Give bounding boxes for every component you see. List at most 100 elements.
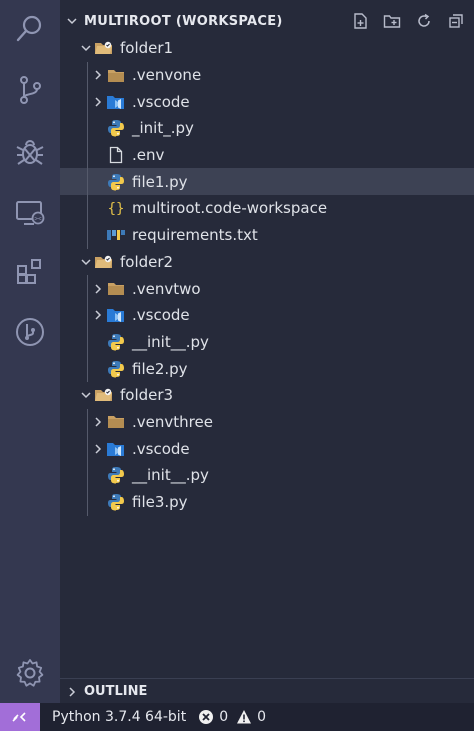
requirements-file-icon <box>106 226 126 244</box>
tree-item-label: file1.py <box>132 172 188 191</box>
outline-section-header[interactable]: OUTLINE <box>60 678 474 704</box>
activity-bar: >< <box>0 0 60 703</box>
folder-row[interactable]: .venvthree <box>60 409 474 436</box>
python-file-icon <box>106 173 126 191</box>
file-icon <box>106 146 126 164</box>
chevron-right-icon <box>90 94 106 110</box>
folder-row[interactable]: .venvtwo <box>60 275 474 302</box>
python-file-icon <box>106 119 126 137</box>
python-file-icon <box>106 360 126 378</box>
tree-item-label: folder1 <box>120 39 174 58</box>
tree-item-label: .vscode <box>132 92 190 111</box>
problems-indicator[interactable]: 0 0 <box>198 709 266 725</box>
extensions-icon[interactable] <box>12 254 48 290</box>
source-control-icon[interactable] <box>12 72 48 108</box>
tree-item-label: .vscode <box>132 306 190 325</box>
workspace-folder-row[interactable]: folder2 <box>60 249 474 276</box>
file-row[interactable]: _init_.py <box>60 115 474 142</box>
chevron-down-icon <box>78 254 94 270</box>
file-row[interactable]: __init__.py <box>60 462 474 489</box>
debug-icon[interactable] <box>12 134 48 170</box>
file-row[interactable]: __init__.py <box>60 329 474 356</box>
folder-icon <box>106 280 126 298</box>
root-folder-icon <box>94 386 114 404</box>
folder-row[interactable]: .vscode <box>60 88 474 115</box>
python-file-icon <box>106 466 126 484</box>
chevron-right-icon <box>90 281 106 297</box>
chevron-right-icon <box>90 307 106 323</box>
remote-icon <box>12 712 26 722</box>
file-row[interactable]: file3.py <box>60 489 474 516</box>
file-row[interactable]: requirements.txt <box>60 222 474 249</box>
chevron-down-icon <box>78 387 94 403</box>
tree-item-label: file2.py <box>132 359 188 378</box>
tree-item-label: _init_.py <box>132 119 194 138</box>
chevron-right-icon <box>90 67 106 83</box>
outline-title: OUTLINE <box>84 684 148 699</box>
file-tree: folder1 .venvone .vscode _init_.py .env file1… <box>60 35 474 516</box>
folder-icon <box>106 413 126 431</box>
warning-count: 0 <box>257 709 267 725</box>
refresh-icon[interactable] <box>414 11 434 31</box>
explorer-sidebar: MULTIROOT (WORKSPACE) folder1 .venvone .vs… <box>60 0 474 703</box>
file-row[interactable]: .env <box>60 142 474 169</box>
vscode-folder-icon <box>106 440 126 458</box>
svg-text:><: >< <box>34 216 42 223</box>
settings-gear-icon[interactable] <box>12 655 48 691</box>
new-folder-icon[interactable] <box>382 11 402 31</box>
explorer-actions <box>350 7 466 35</box>
folder-row[interactable]: .venvone <box>60 62 474 89</box>
chevron-right-icon <box>90 441 106 457</box>
new-file-icon[interactable] <box>350 11 370 31</box>
status-bar: Python 3.7.4 64-bit 0 0 <box>0 703 474 731</box>
tree-item-label: .venvtwo <box>132 279 201 298</box>
tree-item-label: .venvone <box>132 66 202 85</box>
chevron-down-icon <box>78 40 94 56</box>
chevron-right-icon <box>90 414 106 430</box>
indent-guide <box>87 62 88 249</box>
folder-icon <box>106 66 126 84</box>
workspace-folder-row[interactable]: folder3 <box>60 382 474 409</box>
python-file-icon <box>106 333 126 351</box>
tree-item-label: .vscode <box>132 439 190 458</box>
interpreter-label: Python 3.7.4 64-bit <box>52 709 187 725</box>
python-interpreter[interactable]: Python 3.7.4 64-bit <box>52 709 186 725</box>
remote-indicator[interactable] <box>0 703 40 731</box>
vscode-folder-icon <box>106 93 126 111</box>
error-count: 0 <box>219 709 229 725</box>
folder-row[interactable]: .vscode <box>60 302 474 329</box>
search-icon[interactable] <box>12 10 48 46</box>
json-braces-icon: {} <box>106 199 126 217</box>
tree-item-label: __init__.py <box>132 332 209 351</box>
folder-row[interactable]: .vscode <box>60 435 474 462</box>
workspace-section-header[interactable]: MULTIROOT (WORKSPACE) <box>60 7 474 35</box>
root-folder-icon <box>94 39 114 57</box>
file-row[interactable]: {} multiroot.code-workspace <box>60 195 474 222</box>
workspace-folder-row[interactable]: folder1 <box>60 35 474 62</box>
git-graph-icon[interactable] <box>12 314 48 350</box>
vscode-folder-icon <box>106 306 126 324</box>
file-row[interactable]: file2.py <box>60 355 474 382</box>
svg-text:{}: {} <box>108 201 125 217</box>
tree-item-label: .venvthree <box>132 412 213 431</box>
remote-explorer-icon[interactable]: >< <box>12 195 48 231</box>
workspace-title: MULTIROOT (WORKSPACE) <box>84 13 283 29</box>
file-row[interactable]: file1.py <box>60 168 474 196</box>
tree-item-label: __init__.py <box>132 466 209 485</box>
python-file-icon <box>106 493 126 511</box>
collapse-all-icon[interactable] <box>446 11 466 31</box>
error-icon <box>199 710 214 724</box>
indent-guide <box>87 275 88 382</box>
tree-item-label: folder2 <box>120 252 174 271</box>
chevron-down-icon <box>60 15 84 27</box>
tree-item-label: multiroot.code-workspace <box>132 199 328 218</box>
chevron-right-icon <box>60 686 84 698</box>
tree-item-label: .env <box>132 146 165 165</box>
